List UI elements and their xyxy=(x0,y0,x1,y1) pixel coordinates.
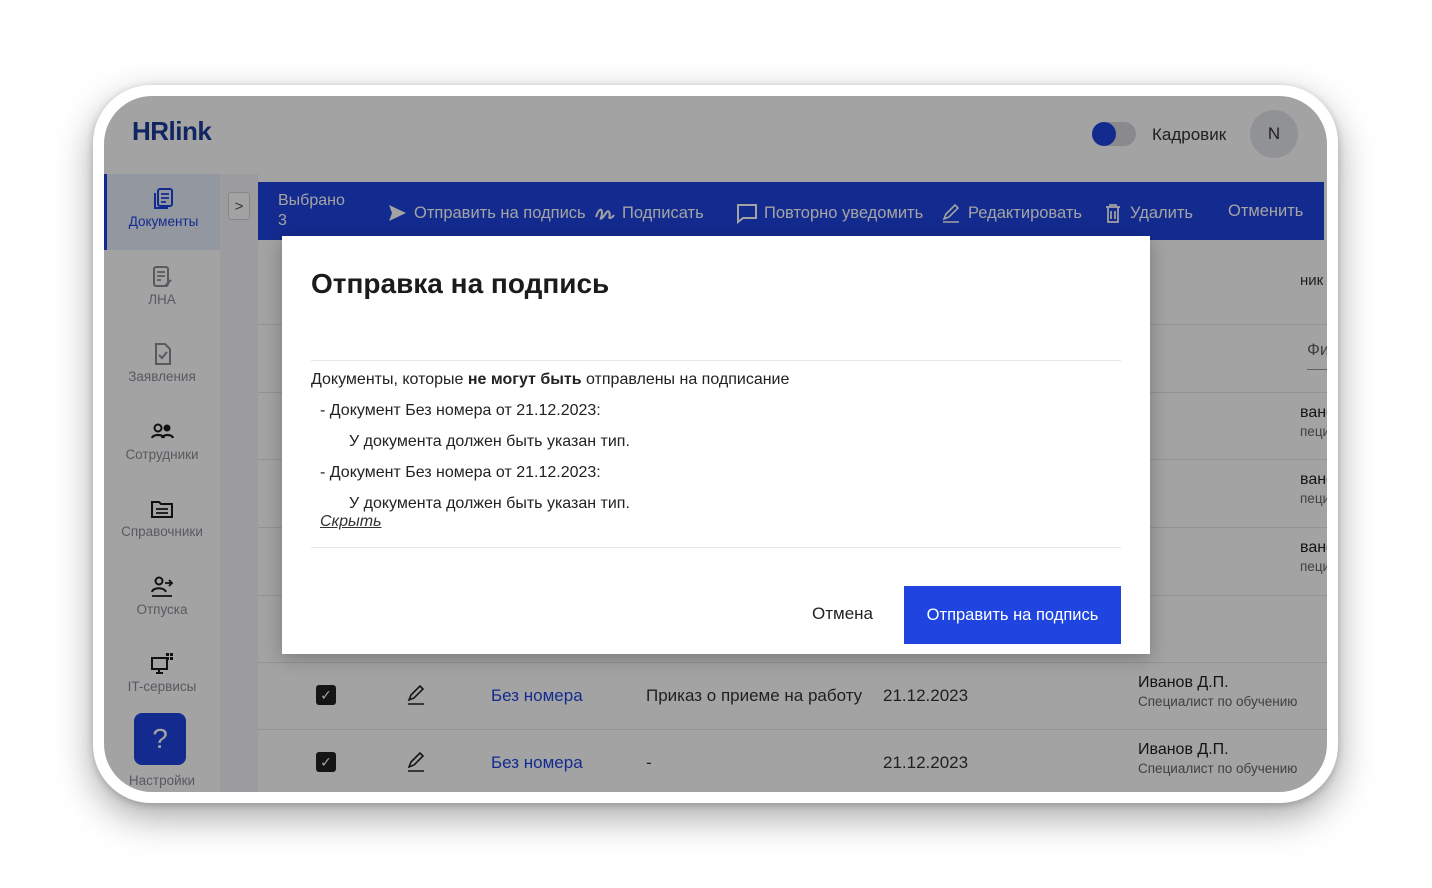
issue-reason: У документа должен быть указан тип. xyxy=(349,495,630,512)
app: HRlink Кадровик N Документы ЛНА Заявлени… xyxy=(104,96,1327,792)
app-screen: HRlink Кадровик N Документы ЛНА Заявлени… xyxy=(104,96,1327,792)
dialog-divider xyxy=(311,360,1121,361)
issue-reason: У документа должен быть указан тип. xyxy=(349,433,630,450)
dialog-divider xyxy=(311,547,1121,548)
dialog-intro: Документы, которые не могут быть отправл… xyxy=(311,371,789,389)
intro-prefix: Документы, которые xyxy=(311,371,468,388)
hide-link[interactable]: Скрыть xyxy=(320,513,382,531)
dialog-title: Отправка на подпись xyxy=(311,268,610,299)
cancel-button[interactable]: Отмена xyxy=(812,604,873,624)
submit-send-button[interactable]: Отправить на подпись xyxy=(904,586,1121,644)
send-for-signature-dialog: Отправка на подпись Документы, которые н… xyxy=(282,236,1150,654)
intro-suffix: отправлены на подписание xyxy=(581,371,790,388)
intro-bold: не могут быть xyxy=(467,371,582,388)
issue-document: - Документ Без номера от 21.12.2023: xyxy=(320,402,601,419)
device-frame: HRlink Кадровик N Документы ЛНА Заявлени… xyxy=(93,85,1338,803)
issue-document: - Документ Без номера от 21.12.2023: xyxy=(320,464,601,481)
